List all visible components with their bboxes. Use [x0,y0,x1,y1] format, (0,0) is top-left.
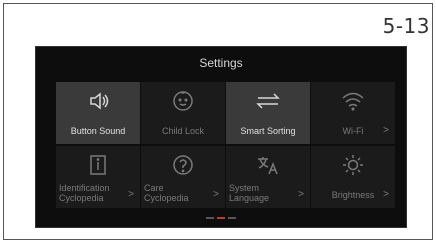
chevron-right-icon: > [383,189,389,200]
smart-sorting-tile[interactable]: Smart Sorting [226,82,311,144]
care-cyclopedia-label: Care Cyclopedia [144,183,189,203]
identification-cyclopedia-label: Identification Cyclopedia [59,183,110,203]
page-dot[interactable] [206,217,214,219]
chevron-right-icon: > [383,125,389,136]
screen-title: Settings [199,56,243,70]
page-dot-active[interactable] [217,217,225,219]
page-dot[interactable] [228,217,236,219]
brightness-tile[interactable]: Brightness > [311,146,396,208]
settings-grid: Button Sound Child Lock Smart Sorting Wi… [56,82,396,208]
smart-sorting-label: Smart Sorting [240,126,296,136]
page-indicator [206,217,236,219]
settings-screen: Settings Button Sound Child Lock Smart S… [35,46,407,228]
swap-arrows-icon [226,88,310,114]
speaker-icon [56,88,140,114]
care-cyclopedia-tile[interactable]: Care Cyclopedia > [141,146,226,208]
identification-cyclopedia-tile[interactable]: Identification Cyclopedia > [56,146,141,208]
page-number: 5-13 [382,14,430,38]
baby-face-icon [141,88,225,114]
button-sound-label: Button Sound [70,126,126,136]
chevron-right-icon: > [128,189,134,200]
system-language-tile[interactable]: System Language > [226,146,311,208]
sun-icon [311,152,395,178]
wifi-tile[interactable]: Wi-Fi > [311,82,396,144]
info-icon [56,152,140,178]
chevron-right-icon: > [213,189,219,200]
system-language-label: System Language [229,183,270,203]
chevron-right-icon: > [298,189,304,200]
translate-icon [226,152,310,178]
wifi-icon [311,88,395,114]
child-lock-label: Child Lock [161,126,205,136]
child-lock-tile[interactable]: Child Lock [141,82,226,144]
question-icon [141,152,225,178]
button-sound-tile[interactable]: Button Sound [56,82,141,144]
